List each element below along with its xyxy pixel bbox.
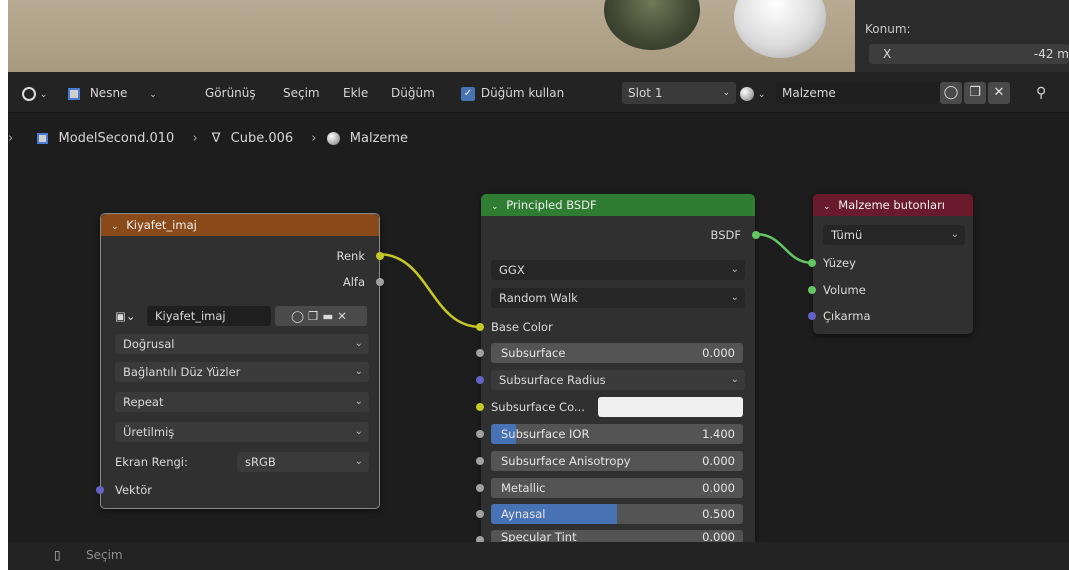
input-vector-label: Vektör	[115, 483, 152, 497]
subsurface-radius-label: Subsurface Radius	[499, 373, 606, 387]
socket-bsdf-out[interactable]	[752, 231, 760, 239]
chevron-down-icon: ⌄	[730, 374, 739, 385]
principled-bsdf-node[interactable]: ⌄ Principled BSDF BSDF GGX ⌄ Random Walk ⌄…	[476, 194, 760, 544]
socket-subsurface-radius-in[interactable]	[476, 376, 484, 384]
chevron-down-icon: ⌄	[354, 366, 363, 377]
node-title: Principled BSDF	[506, 198, 597, 212]
metallic-label: Metallic	[501, 481, 546, 495]
node-header[interactable]: ⌄ Kiyafet_imaj	[101, 214, 379, 236]
metallic-value: 0.000	[702, 481, 735, 495]
output-alpha-label: Alfa	[342, 275, 365, 289]
projection-dropdown[interactable]: Bağlantılı Düz Yüzler ⌄	[115, 362, 369, 382]
specular-tint-value: 0.000	[702, 530, 735, 542]
colorspace-label: Ekran Rengi:	[115, 455, 188, 469]
subsurface-method-value: Random Walk	[499, 291, 578, 305]
specular-value: 0.500	[702, 507, 735, 521]
subsurface-label: Subsurface	[501, 346, 566, 360]
input-displacement-label: Çıkarma	[823, 309, 871, 323]
input-surface-label: Yüzey	[823, 256, 856, 270]
chevron-down-icon: ⌄	[950, 229, 959, 240]
colorspace-value: sRGB	[245, 455, 276, 469]
collapse-icon[interactable]: ⌄	[111, 222, 119, 232]
subsurface-value: 0.000	[702, 346, 735, 360]
subsurface-ior-value: 1.400	[702, 427, 735, 441]
output-color-label: Renk	[336, 249, 366, 263]
subsurface-anisotropy-label: Subsurface Anisotropy	[501, 454, 631, 468]
colorspace-dropdown[interactable]: sRGB ⌄	[237, 452, 369, 472]
subsurface-anisotropy-slider[interactable]: Subsurface Anisotropy 0.000	[491, 451, 743, 471]
subsurface-color-label: Subsurface Co...	[491, 400, 585, 414]
socket-color-out[interactable]	[376, 252, 384, 260]
socket-vector-in[interactable]	[96, 486, 104, 494]
chevron-down-icon: ⌄	[354, 456, 363, 467]
image-name-field[interactable]: Kiyafet_imaj	[147, 306, 271, 326]
node-title: Malzeme butonları	[838, 198, 945, 212]
socket-subsurface-anisotropy-in[interactable]	[476, 457, 484, 465]
socket-surface-in[interactable]	[808, 259, 816, 267]
socket-subsurface-ior-in[interactable]	[476, 430, 484, 438]
output-bsdf-label: BSDF	[710, 228, 741, 242]
socket-subsurface-color-in[interactable]	[476, 403, 484, 411]
metallic-slider[interactable]: Metallic 0.000	[491, 478, 743, 498]
node-title: Kiyafet_imaj	[126, 218, 197, 232]
distribution-value: GGX	[499, 263, 525, 277]
target-value: Tümü	[831, 228, 863, 242]
collapse-icon[interactable]: ⌄	[823, 202, 831, 212]
image-action-buttons[interactable]: ◯❐▬✕	[275, 306, 367, 326]
socket-volume-in[interactable]	[808, 286, 816, 294]
subsurface-radius-dropdown[interactable]: Subsurface Radius ⌄	[491, 370, 745, 390]
specular-tint-slider[interactable]: Specular Tint 0.000	[491, 530, 743, 542]
mouse-icon: ▯	[54, 548, 61, 562]
chevron-down-icon: ⌄	[354, 426, 363, 437]
subsurface-ior-slider[interactable]: Subsurface IOR 1.400	[491, 424, 743, 444]
status-bar: ▯ Seçim	[8, 542, 1069, 570]
link-color-to-basecolor	[377, 252, 482, 329]
chevron-down-icon: ⌄	[354, 338, 363, 349]
socket-specular-in[interactable]	[476, 510, 484, 518]
status-label: Seçim	[86, 548, 123, 562]
subsurface-ior-label: Subsurface IOR	[501, 427, 590, 441]
interpolation-dropdown[interactable]: Doğrusal ⌄	[115, 334, 369, 354]
image-texture-node[interactable]: ⌄ Kiyafet_imaj Renk Alfa ▣⌄ Kiyafet_imaj…	[96, 213, 384, 509]
interpolation-value: Doğrusal	[123, 337, 175, 351]
image-browse-icon[interactable]: ▣⌄	[115, 306, 136, 326]
subsurface-color-swatch[interactable]	[598, 397, 743, 417]
specular-label: Aynasal	[501, 507, 546, 521]
input-volume-label: Volume	[823, 283, 866, 297]
base-color-label: Base Color	[491, 320, 553, 334]
socket-basecolor-in[interactable]	[476, 323, 484, 331]
socket-metallic-in[interactable]	[476, 484, 484, 492]
specular-slider[interactable]: Aynasal 0.500	[491, 504, 743, 524]
chevron-down-icon: ⌄	[354, 396, 363, 407]
socket-subsurface-in[interactable]	[476, 349, 484, 357]
socket-displacement-in[interactable]	[808, 312, 816, 320]
source-value: Üretilmiş	[123, 425, 175, 439]
material-output-node[interactable]: ⌄ Malzeme butonları Tümü ⌄ Yüzey Volume Ç…	[808, 194, 973, 334]
specular-tint-label: Specular Tint	[501, 530, 577, 542]
extension-dropdown[interactable]: Repeat ⌄	[115, 392, 369, 412]
chevron-down-icon: ⌄	[730, 292, 739, 303]
subsurface-method-dropdown[interactable]: Random Walk ⌄	[491, 288, 745, 308]
node-header[interactable]: ⌄ Principled BSDF	[481, 194, 755, 216]
link-bsdf-to-surface	[754, 232, 814, 265]
extension-value: Repeat	[123, 395, 164, 409]
node-header[interactable]: ⌄ Malzeme butonları	[813, 194, 973, 216]
source-dropdown[interactable]: Üretilmiş ⌄	[115, 422, 369, 442]
collapse-icon[interactable]: ⌄	[491, 202, 499, 212]
distribution-dropdown[interactable]: GGX ⌄	[491, 260, 745, 280]
chevron-down-icon: ⌄	[730, 264, 739, 275]
subsurface-slider[interactable]: Subsurface 0.000	[491, 343, 743, 363]
subsurface-anisotropy-value: 0.000	[702, 454, 735, 468]
projection-value: Bağlantılı Düz Yüzler	[123, 365, 241, 379]
target-dropdown[interactable]: Tümü ⌄	[823, 225, 965, 245]
socket-alpha-out[interactable]	[376, 278, 384, 286]
